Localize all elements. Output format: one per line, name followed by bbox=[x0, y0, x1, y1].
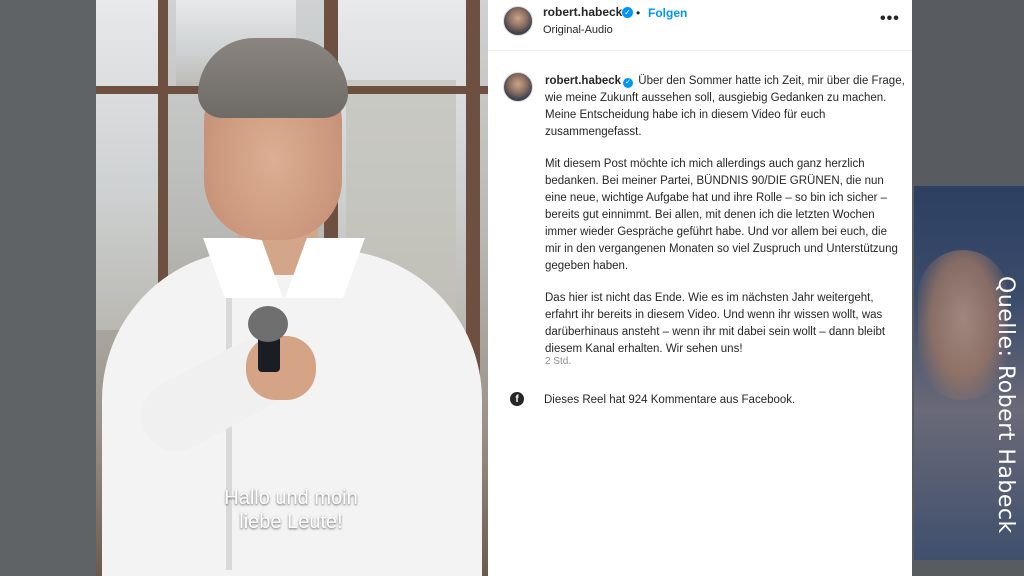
window-pane bbox=[96, 0, 166, 330]
post-header: robert.habeck ✓ • Folgen Original-Audio … bbox=[488, 0, 912, 51]
post-timestamp[interactable]: 2 Std. bbox=[545, 356, 571, 367]
video-subtitle: Hallo und moin liebe Leute! bbox=[196, 486, 386, 534]
avatar[interactable] bbox=[503, 6, 533, 36]
facebook-icon: f bbox=[510, 392, 524, 406]
follow-button[interactable]: Folgen bbox=[648, 6, 687, 20]
caption-paragraph: Mit diesem Post möchte ich mich allerdin… bbox=[545, 158, 898, 272]
reel-video[interactable]: Hallo und moin liebe Leute! bbox=[96, 0, 488, 576]
post-panel: robert.habeck ✓ • Folgen Original-Audio … bbox=[488, 0, 912, 576]
header-username[interactable]: robert.habeck bbox=[543, 5, 622, 19]
person-hand bbox=[246, 336, 316, 400]
caption: robert.habeck ✓ Über den Sommer hatte ich… bbox=[545, 73, 905, 373]
original-audio-link[interactable]: Original-Audio bbox=[543, 24, 613, 36]
more-options-icon[interactable]: ••• bbox=[880, 10, 900, 28]
facebook-comments-note: Dieses Reel hat 924 Kommentare aus Faceb… bbox=[544, 394, 796, 406]
caption-username[interactable]: robert.habeck bbox=[545, 75, 621, 87]
verified-check-icon: ✓ bbox=[623, 78, 634, 88]
source-credit: Quelle: Robert Habeck bbox=[993, 276, 1018, 534]
microphone-windscreen bbox=[248, 306, 288, 342]
person-hair bbox=[198, 38, 348, 118]
caption-paragraph: robert.habeck ✓ Über den Sommer hatte ich… bbox=[545, 73, 905, 141]
subtitle-line: liebe Leute! bbox=[239, 511, 343, 533]
caption-paragraph: Das hier ist nicht das Ende. Wie es im n… bbox=[545, 292, 886, 355]
separator-dot: • bbox=[636, 6, 641, 20]
verified-check-icon: ✓ bbox=[622, 7, 633, 18]
background-left bbox=[0, 0, 96, 576]
caption-avatar[interactable] bbox=[503, 72, 533, 102]
subtitle-line: Hallo und moin bbox=[224, 487, 358, 509]
